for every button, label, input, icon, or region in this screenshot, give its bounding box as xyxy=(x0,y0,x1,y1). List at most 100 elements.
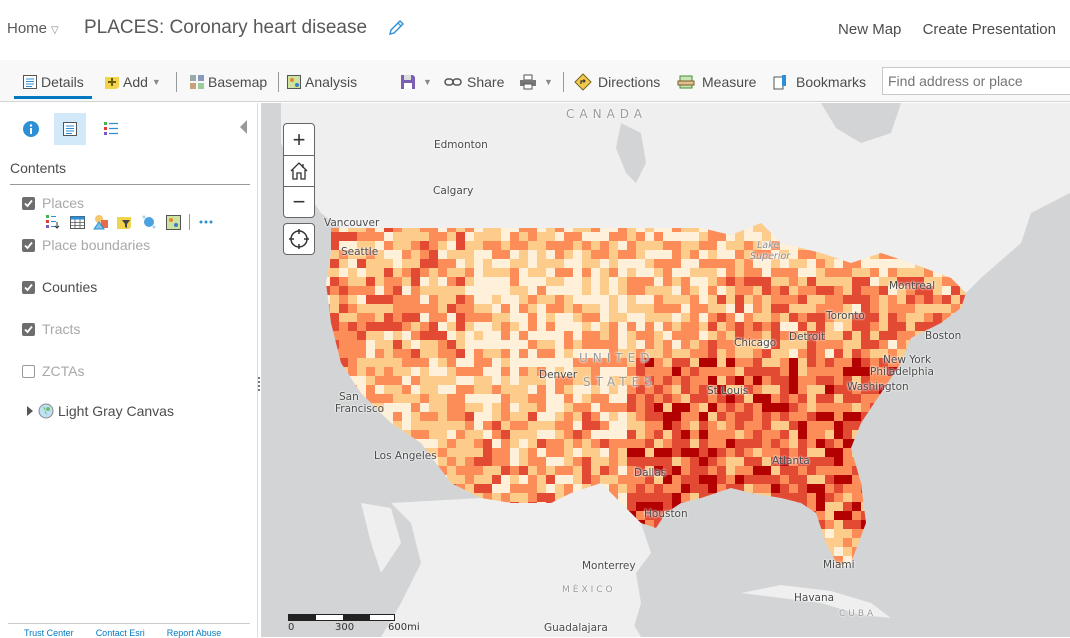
default-extent-button[interactable] xyxy=(284,155,314,186)
county-cell xyxy=(897,322,907,332)
county-cell xyxy=(591,322,601,332)
directions-button[interactable]: Directions xyxy=(574,72,660,92)
county-cell xyxy=(960,466,966,476)
filter-icon[interactable] xyxy=(117,214,133,230)
county-cell xyxy=(690,547,700,557)
county-cell xyxy=(411,340,421,350)
locate-button[interactable] xyxy=(283,223,315,255)
county-cell xyxy=(978,286,988,296)
county-cell xyxy=(798,547,808,557)
county-cell xyxy=(501,385,511,395)
county-cell xyxy=(915,268,925,278)
show-legend-icon[interactable] xyxy=(45,214,61,230)
county-cell xyxy=(870,349,880,359)
county-cell xyxy=(528,412,538,422)
county-cell xyxy=(636,340,646,350)
county-cell xyxy=(861,493,871,503)
county-cell xyxy=(384,412,394,422)
county-cell xyxy=(735,529,745,539)
checkbox-checked[interactable] xyxy=(22,322,35,336)
contents-icon xyxy=(63,122,77,136)
checkbox-checked[interactable] xyxy=(22,196,35,210)
zoom-out-button[interactable]: − xyxy=(284,186,314,217)
county-cell xyxy=(564,304,574,314)
basemap-button[interactable]: Basemap xyxy=(189,72,267,92)
collapse-sidebar-icon[interactable] xyxy=(240,120,247,134)
new-map-link[interactable]: New Map xyxy=(838,21,901,38)
county-cell xyxy=(330,241,340,251)
county-cell xyxy=(573,313,583,323)
layer-counties[interactable]: Counties xyxy=(22,279,97,295)
county-cell xyxy=(348,286,358,296)
county-cell xyxy=(528,475,538,485)
county-cell xyxy=(645,259,655,269)
county-cell xyxy=(933,376,943,386)
change-style-icon[interactable] xyxy=(93,214,109,230)
checkbox-unchecked[interactable] xyxy=(22,364,35,378)
checkbox-checked[interactable] xyxy=(22,238,35,252)
county-cell xyxy=(591,277,601,287)
layer-places[interactable]: Places xyxy=(22,195,84,211)
print-button[interactable]: ▼ xyxy=(519,72,553,92)
county-cell xyxy=(330,250,340,260)
county-cell xyxy=(699,358,709,368)
tab-legend[interactable] xyxy=(95,113,127,145)
county-cell xyxy=(753,412,763,422)
zoom-in-button[interactable]: + xyxy=(284,124,314,155)
checkbox-checked[interactable] xyxy=(22,280,35,294)
county-cell xyxy=(636,394,646,404)
county-cell xyxy=(429,241,439,251)
save-button[interactable]: ▼ xyxy=(400,72,432,92)
show-analysis-icon[interactable] xyxy=(165,214,181,230)
county-cell xyxy=(519,493,529,503)
county-cell xyxy=(357,520,367,530)
home-menu[interactable]: Home ▽ xyxy=(7,20,59,37)
analysis-button[interactable]: Analysis xyxy=(286,72,357,92)
county-cell xyxy=(924,313,934,323)
county-cell xyxy=(501,250,511,260)
county-cell xyxy=(960,439,966,449)
county-cell xyxy=(492,349,502,359)
county-cell xyxy=(609,421,619,431)
scale-tick: 300 xyxy=(335,622,355,633)
county-cell xyxy=(537,250,547,260)
county-cell xyxy=(510,394,520,404)
layer-tracts[interactable]: Tracts xyxy=(22,321,80,337)
map-view[interactable]: CANADA Edmonton Calgary Vancouver Seattl… xyxy=(261,103,1070,637)
county-cell xyxy=(438,331,448,341)
basemap-layer[interactable]: Light Gray Canvas xyxy=(27,403,174,419)
tab-about[interactable] xyxy=(15,113,47,145)
county-cell xyxy=(762,466,772,476)
county-cell xyxy=(357,358,367,368)
perform-analysis-icon[interactable] xyxy=(141,214,157,230)
county-cell xyxy=(474,322,484,332)
tab-contents[interactable] xyxy=(54,113,86,145)
county-cell xyxy=(375,277,385,287)
pencil-edit-icon[interactable] xyxy=(387,19,405,37)
more-options-icon[interactable] xyxy=(198,214,214,230)
county-cell xyxy=(780,484,790,494)
county-cell xyxy=(681,556,691,566)
county-cell xyxy=(411,394,421,404)
bookmarks-button[interactable]: Bookmarks xyxy=(772,72,866,92)
county-cell xyxy=(447,376,457,386)
county-cell xyxy=(330,484,340,494)
county-cell xyxy=(510,385,520,395)
layer-zctas[interactable]: ZCTAs xyxy=(22,363,85,379)
layer-place-boundaries[interactable]: Place boundaries xyxy=(22,237,150,253)
details-button[interactable]: Details xyxy=(22,72,84,92)
share-button[interactable]: Share xyxy=(444,72,504,92)
show-table-icon[interactable] xyxy=(69,214,85,230)
expand-caret-icon[interactable] xyxy=(27,406,33,416)
county-cell xyxy=(663,421,673,431)
county-cell xyxy=(924,295,934,305)
county-cell xyxy=(699,466,709,476)
county-cell xyxy=(933,466,943,476)
create-presentation-link[interactable]: Create Presentation xyxy=(923,21,1056,38)
search-input[interactable] xyxy=(882,67,1070,95)
county-cell xyxy=(978,529,988,539)
measure-button[interactable]: Measure xyxy=(677,72,756,92)
add-button[interactable]: Add ▼ xyxy=(104,72,161,92)
county-cell xyxy=(339,430,349,440)
county-cell xyxy=(465,241,475,251)
